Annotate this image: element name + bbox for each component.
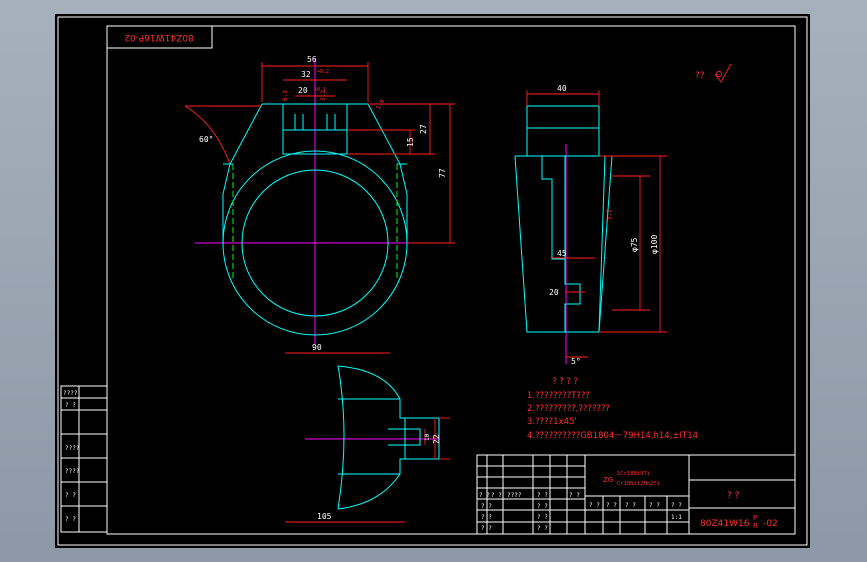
tb-b0: ? ? [481,503,492,510]
tb-a2: ???? [507,492,522,499]
material-line-1: 1Cr18Ni9Ti [617,471,650,477]
note-line-4: 4.??????????GB1804－79H14,h14,±IT14 [527,431,698,441]
tb-a0: ? ? [479,492,490,499]
side-cell-5: ? ? [65,516,76,523]
note-line-3: 3.????1x45' [527,417,577,427]
dim-20: 20 [298,86,308,95]
side-view: 40 φ75 φ100 45 20 5° 3.2 [514,84,667,366]
cad-viewport[interactable]: 80Z41W16P-02 ???? ? ? ???? ???? ? ? ? ? [55,14,810,548]
tb-m0: ? ? [589,502,600,509]
bottom-view: 90 105 22 10 [285,343,450,523]
dim-32-tol: +0.2 [317,69,329,75]
side-cell-0: ???? [63,390,78,397]
title-code-suffix: -02 [763,519,778,529]
tb-a4: ? ? [569,492,580,499]
dim-22: 22 [432,434,441,444]
title-code-p: P [753,514,757,522]
note-line-2: 2.?????????,??????? [527,404,610,414]
front-view: 56 32 +0.2 20 +0.1 60° 27 15 77 6.3 3.2 … [184,55,455,344]
tb-m1: ? ? [606,502,617,509]
dim-phi100: φ100 [650,235,659,254]
tb-b1: ? ? [537,503,548,510]
title-code-r: R [753,522,758,530]
dim-phi75: φ75 [630,237,639,252]
notes-heading: ? ? ? ? [552,377,578,387]
tb-d1: ? ? [537,525,548,532]
dim-10: 10 [424,433,431,441]
tb-m2: ? ? [625,502,636,509]
rough-a: 6.3 [282,90,289,101]
tb-m3: ? ? [649,502,660,509]
material-line-2: Cr18Ni12Mo2Ti [617,481,660,487]
dim-angle: 60° [199,135,213,144]
outer-border [57,16,808,546]
tb-m4: ? ? [671,502,682,509]
dim-15: 15 [406,137,415,147]
title-block: ? ? ? ? ???? ? ? ? ? ? ? ? ? ? ? ? ? ? ?… [476,454,796,535]
title-placeholder: ? ? [727,491,740,501]
dim-taper: 5° [571,357,581,366]
dim-90: 90 [312,343,322,352]
side-cell-4: ? ? [65,492,76,499]
dim-side-40: 40 [557,84,567,93]
dim-45: 45 [557,249,567,258]
dim-77: 77 [438,168,447,178]
roughness-label: ?? [695,71,705,81]
roughness-check-icon [714,63,732,83]
tb-c1: ? ? [537,514,548,521]
code-block-text: 80Z41W16P-02 [124,32,193,42]
tb-scale: 1:1 [671,514,682,521]
tb-c0: ? ? [481,514,492,521]
roughness-circle-icon [716,71,722,77]
dim-27: 27 [419,124,428,134]
dim-32: 32 [301,70,311,79]
inner-border [106,25,796,535]
dim-56: 56 [307,55,317,64]
tech-notes: ? ? ? ? 1.????????T??? 2.?????????,?????… [527,377,698,441]
rough-b: 3.2 [320,90,327,101]
tb-d0: ? ? [481,525,492,532]
title-code-main: 80Z41W16 [700,519,750,529]
side-cell-2: ???? [65,445,80,452]
dim-105: 105 [317,512,332,521]
dim-side-20: 20 [549,288,559,297]
drawing-canvas: 80Z41W16P-02 ???? ? ? ???? ???? ? ? ? ? [57,16,808,546]
material-prefix: ZG [603,476,613,484]
note-line-1: 1.????????T??? [527,391,590,401]
rough-side: 3.2 [606,209,613,220]
tb-a3: ? ? [537,492,548,499]
side-cell-1: ? ? [65,402,76,409]
side-cell-3: ???? [65,468,80,475]
side-table: ???? ? ? ???? ???? ? ? ? ? [60,385,108,533]
tb-a1: ? ? [491,492,502,499]
